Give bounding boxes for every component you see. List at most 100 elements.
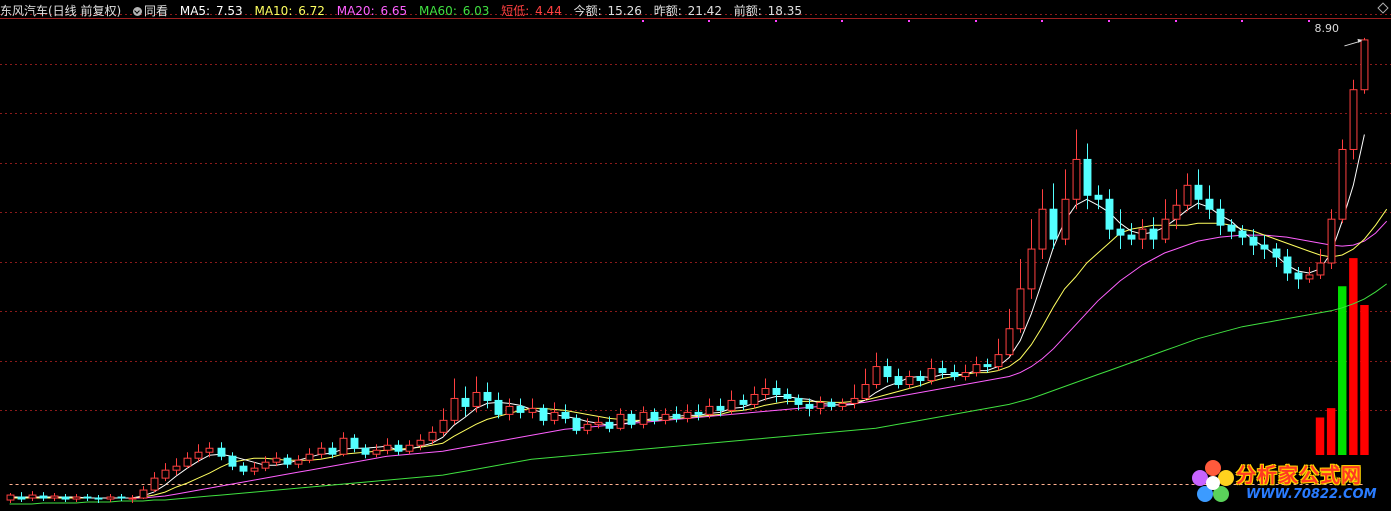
- candle-body: [616, 413, 625, 429]
- candle: [1016, 259, 1025, 333]
- candle-body: [1327, 218, 1336, 264]
- moving-average-lines: [9, 134, 1388, 505]
- candle: [283, 454, 292, 469]
- candle: [1216, 199, 1225, 236]
- candle-body: [1016, 288, 1025, 330]
- candle-body: [672, 413, 681, 419]
- candle: [117, 494, 126, 502]
- candle-body: [416, 439, 425, 446]
- candle-body: [1216, 208, 1225, 226]
- candle: [1249, 229, 1258, 256]
- candle-body: [950, 372, 959, 378]
- candle-body: [1094, 194, 1103, 200]
- candle-body: [294, 459, 303, 465]
- candle: [1105, 189, 1114, 240]
- signal-dot: [1241, 20, 1243, 22]
- candle-body: [816, 401, 825, 409]
- price-high-label: 8.90: [1314, 22, 1340, 35]
- candle: [394, 440, 403, 456]
- flower-logo-icon: [1192, 460, 1234, 502]
- candle: [28, 491, 37, 502]
- candle: [1172, 189, 1181, 230]
- candlestick-chart[interactable]: [0, 0, 1391, 511]
- candle-body: [1205, 198, 1214, 210]
- stock-title[interactable]: 东风汽车(日线 前复权): [0, 4, 121, 18]
- candle-body: [916, 376, 925, 382]
- candle: [183, 452, 192, 469]
- candle-body: [794, 397, 803, 405]
- candle: [1127, 223, 1136, 246]
- candle-body: [1249, 236, 1258, 246]
- candle-body: [372, 449, 381, 455]
- candle-body: [61, 496, 70, 500]
- candle: [372, 444, 381, 458]
- candle: [1349, 79, 1358, 160]
- ma60-value: 6.03: [462, 4, 490, 18]
- candle-body: [516, 405, 525, 413]
- amount-bar: [1338, 286, 1347, 455]
- candle-body: [983, 364, 992, 368]
- candle-body: [483, 391, 492, 401]
- candle-body: [661, 413, 670, 421]
- candle: [305, 448, 314, 464]
- candle: [439, 408, 448, 437]
- candle-body: [239, 465, 248, 472]
- candle-body: [1260, 244, 1269, 250]
- candle: [550, 402, 559, 425]
- watermark-url: WWW.70822.COM: [1246, 487, 1377, 502]
- candle: [894, 368, 903, 389]
- candle-body: [205, 447, 214, 453]
- candle: [827, 398, 836, 411]
- candle-body: [627, 413, 636, 425]
- candle-body: [739, 399, 748, 405]
- signal-dot: [708, 20, 710, 22]
- candle: [1360, 37, 1369, 94]
- candle-body: [1105, 198, 1114, 230]
- candle-body: [17, 496, 26, 500]
- same-view-icon[interactable]: [133, 7, 143, 16]
- candle-body: [150, 477, 159, 491]
- today-amount-value: 15.26: [607, 4, 642, 18]
- candle-body: [883, 366, 892, 378]
- candle-body: [339, 437, 348, 455]
- candle-body: [439, 419, 448, 433]
- candle-body: [1005, 328, 1014, 356]
- candle: [661, 408, 670, 425]
- candle: [150, 472, 159, 493]
- candle: [339, 432, 348, 457]
- short-low-label: 短低:: [501, 4, 530, 18]
- same-view-label[interactable]: 同看: [144, 4, 168, 18]
- candle-body: [894, 376, 903, 386]
- candle-body: [850, 397, 859, 404]
- candle: [1149, 217, 1158, 250]
- candle: [272, 452, 281, 467]
- candle: [1005, 308, 1014, 357]
- candle-body: [1138, 228, 1147, 240]
- candle: [772, 380, 781, 403]
- candle-body: [361, 447, 370, 455]
- candle: [1283, 249, 1292, 281]
- ma20-label: MA20:: [336, 4, 375, 18]
- candle-body: [28, 494, 37, 499]
- signal-dot: [1308, 20, 1310, 22]
- candle: [950, 364, 959, 381]
- candle-body: [1072, 158, 1081, 200]
- candle: [494, 392, 503, 419]
- candle-body: [328, 447, 337, 455]
- candle: [683, 404, 692, 423]
- candle: [927, 358, 936, 385]
- candles[interactable]: [6, 37, 1369, 504]
- candle-body: [1083, 158, 1092, 196]
- candle: [1161, 199, 1170, 244]
- candle-body: [972, 364, 981, 374]
- candle-body: [838, 402, 847, 407]
- candle-body: [1294, 272, 1303, 280]
- signal-dot: [841, 20, 843, 22]
- candle: [616, 408, 625, 431]
- candle: [838, 398, 847, 411]
- candle-body: [6, 494, 15, 501]
- candle-body: [583, 423, 592, 431]
- candle: [239, 462, 248, 476]
- candle: [317, 442, 326, 459]
- candle: [1194, 169, 1203, 210]
